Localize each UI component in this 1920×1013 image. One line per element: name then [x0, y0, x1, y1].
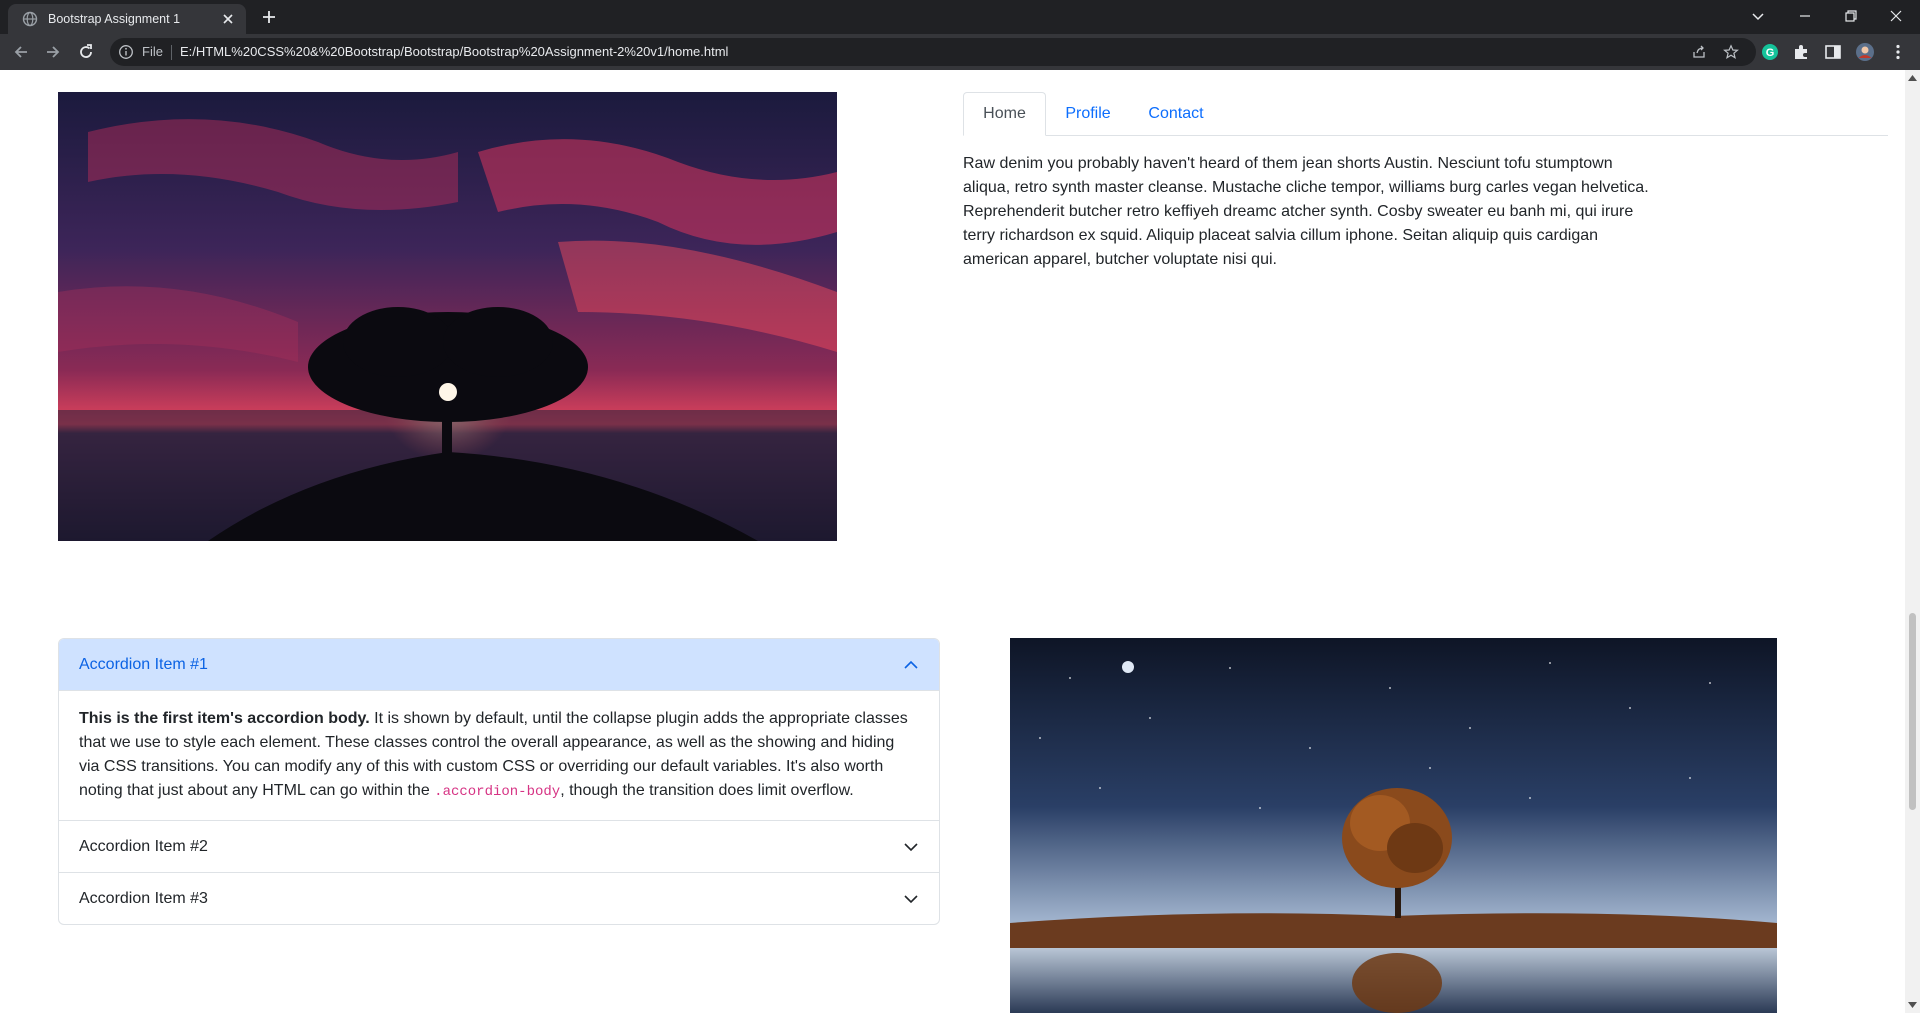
- accordion-item: Accordion Item #3: [59, 872, 939, 924]
- tree-sunset-illustration: [58, 92, 837, 541]
- new-tab-icon[interactable]: [260, 8, 278, 26]
- accordion-item-3-button[interactable]: Accordion Item #3: [59, 873, 939, 924]
- url-text[interactable]: E:/HTML%20CSS%20&%20Bootstrap/Bootstrap/…: [180, 44, 728, 59]
- accordion-item-1-button[interactable]: Accordion Item #1: [59, 639, 939, 691]
- scrollbar-thumb[interactable]: [1909, 613, 1916, 810]
- chevron-up-icon: [904, 660, 918, 669]
- tree-night-lake-image: [1010, 638, 1777, 1013]
- url-separator: [171, 45, 172, 60]
- accordion-item-title: Accordion Item #1: [79, 655, 208, 673]
- tab-contact[interactable]: Contact: [1130, 92, 1222, 135]
- close-icon[interactable]: [220, 11, 236, 27]
- svg-text:G: G: [1766, 47, 1775, 59]
- nav-tabs: Home Profile Contact: [963, 92, 1888, 136]
- minimize-icon[interactable]: [1795, 6, 1815, 26]
- tab-search-icon[interactable]: [1748, 6, 1768, 26]
- more-menu-icon[interactable]: [1888, 42, 1908, 62]
- accordion-body-strong: This is the first item's accordion body.: [79, 710, 370, 727]
- reload-icon[interactable]: [76, 42, 96, 62]
- address-bar[interactable]: File E:/HTML%20CSS%20&%20Bootstrap/Boots…: [110, 38, 1756, 66]
- tree-sunset-image: [58, 92, 837, 541]
- bookmark-star-icon[interactable]: [1723, 44, 1739, 60]
- browser-tab-title: Bootstrap Assignment 1: [48, 12, 181, 26]
- side-panel-icon[interactable]: [1823, 42, 1843, 62]
- accordion-item-title: Accordion Item #2: [79, 837, 208, 855]
- grammarly-icon[interactable]: G: [1760, 42, 1780, 62]
- accordion-body-code: .accordion-body: [434, 784, 561, 800]
- chevron-down-icon: [904, 842, 918, 851]
- vertical-scrollbar[interactable]: [1905, 70, 1920, 1013]
- chevron-down-icon: [904, 894, 918, 903]
- accordion-item-title: Accordion Item #3: [79, 889, 208, 907]
- url-scheme-label: File: [142, 44, 163, 59]
- profile-avatar[interactable]: [1855, 42, 1875, 62]
- accordion-body: This is the first item's accordion body.…: [59, 691, 939, 820]
- accordion-item-2-button[interactable]: Accordion Item #2: [59, 821, 939, 872]
- page-viewport: Home Profile Contact Raw denim you proba…: [0, 70, 1905, 1013]
- browser-toolbar: File E:/HTML%20CSS%20&%20Bootstrap/Boots…: [0, 34, 1920, 70]
- share-icon[interactable]: [1691, 44, 1707, 60]
- accordion: Accordion Item #1 This is the first item…: [58, 638, 940, 925]
- browser-tab[interactable]: Bootstrap Assignment 1: [8, 4, 246, 34]
- tab-content-home: Raw denim you probably haven't heard of …: [963, 155, 1649, 268]
- info-icon[interactable]: [118, 44, 134, 60]
- scroll-down-arrow-icon[interactable]: [1908, 1002, 1917, 1008]
- tree-night-illustration: [1010, 638, 1777, 1013]
- accordion-item: Accordion Item #1 This is the first item…: [59, 639, 939, 820]
- back-arrow-icon[interactable]: [11, 42, 31, 62]
- scroll-up-arrow-icon[interactable]: [1908, 75, 1917, 81]
- browser-tab-strip: Bootstrap Assignment 1: [0, 0, 1920, 34]
- window-close-icon[interactable]: [1886, 6, 1906, 26]
- accordion-body-text-end: , though the transition does limit overf…: [560, 782, 854, 799]
- forward-arrow-icon[interactable]: [43, 42, 63, 62]
- tab-home[interactable]: Home: [963, 92, 1046, 136]
- restore-icon[interactable]: [1841, 6, 1861, 26]
- extensions-puzzle-icon[interactable]: [1791, 42, 1811, 62]
- tab-profile[interactable]: Profile: [1046, 92, 1130, 135]
- globe-icon: [22, 11, 38, 27]
- accordion-item: Accordion Item #2: [59, 820, 939, 872]
